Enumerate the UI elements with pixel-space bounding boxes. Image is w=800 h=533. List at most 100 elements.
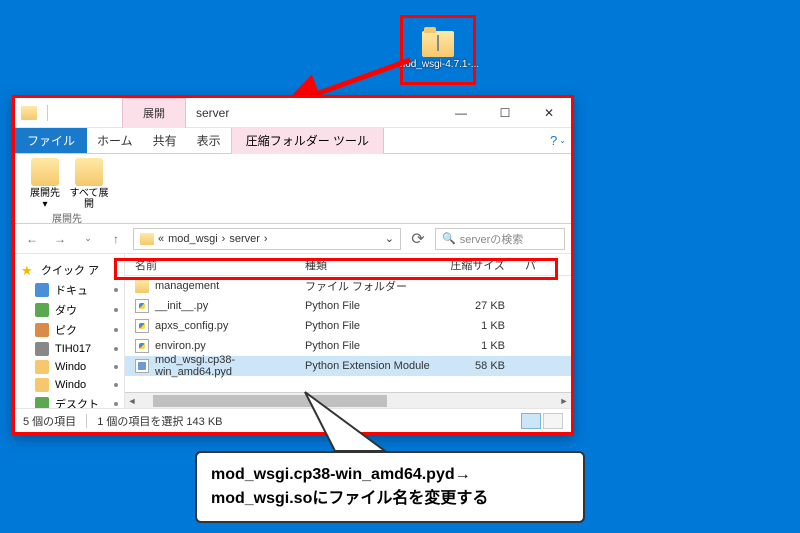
extract-to-button[interactable]: 展開先▾ bbox=[25, 158, 65, 210]
folder-icon bbox=[35, 397, 49, 408]
callout: mod_wsgi.cp38-win_amd64.pyd→ mod_wsgi.so… bbox=[195, 451, 585, 523]
sidebar-item-label: Windo bbox=[55, 379, 86, 391]
titlebar: 展開 server — ☐ ✕ bbox=[15, 98, 571, 128]
search-placeholder: serverの検索 bbox=[460, 231, 524, 247]
file-name: management bbox=[155, 280, 219, 292]
scroll-left-arrow[interactable]: ◄ bbox=[125, 396, 139, 406]
folder-icon bbox=[35, 283, 49, 297]
pin-icon bbox=[114, 365, 118, 369]
file-size: 27 KB bbox=[435, 300, 515, 312]
file-name: __init__.py bbox=[155, 300, 208, 312]
py-icon bbox=[135, 299, 149, 313]
extract-to-label: 展開先 bbox=[30, 188, 60, 199]
file-row[interactable]: management ファイル フォルダー bbox=[125, 276, 571, 296]
sidebar-item-label: デスクト bbox=[55, 396, 99, 408]
extract-all-button[interactable]: すべて展開 bbox=[69, 158, 109, 210]
nav-up-button[interactable]: ↑ bbox=[105, 228, 127, 250]
minimize-button[interactable]: — bbox=[439, 98, 483, 128]
pin-icon bbox=[114, 308, 118, 312]
file-name: apxs_config.py bbox=[155, 320, 228, 332]
column-size[interactable]: 圧縮サイズ bbox=[435, 257, 515, 273]
folder-icon bbox=[140, 233, 154, 245]
breadcrumb-seg-server[interactable]: server bbox=[229, 233, 260, 245]
pin-icon bbox=[114, 347, 118, 351]
breadcrumb-separator: › bbox=[222, 233, 226, 245]
column-type[interactable]: 種類 bbox=[295, 257, 435, 273]
star-icon: ★ bbox=[21, 263, 35, 277]
close-button[interactable]: ✕ bbox=[527, 98, 571, 128]
status-selection: 1 個の項目を選択 143 KB bbox=[97, 413, 222, 429]
nav-back-button[interactable]: ← bbox=[21, 228, 43, 250]
column-name[interactable]: 名前 bbox=[125, 257, 295, 273]
view-switcher bbox=[521, 413, 563, 429]
sidebar-item[interactable]: Windo bbox=[15, 358, 124, 376]
breadcrumb-separator: › bbox=[264, 233, 268, 245]
folder-icon bbox=[35, 360, 49, 374]
tab-view[interactable]: 表示 bbox=[187, 128, 231, 153]
help-button[interactable]: ? ⌄ bbox=[545, 128, 571, 153]
file-row[interactable]: mod_wsgi.cp38-win_amd64.pyd Python Exten… bbox=[125, 356, 571, 376]
extract-to-icon bbox=[31, 158, 59, 186]
column-extra[interactable]: パ bbox=[515, 257, 571, 273]
sidebar-item-label: Windo bbox=[55, 361, 86, 373]
pin-icon bbox=[114, 383, 118, 387]
window-icon bbox=[21, 106, 37, 120]
sidebar-quick-access[interactable]: ★ クイック ア bbox=[15, 260, 124, 280]
file-size: 1 KB bbox=[435, 320, 515, 332]
file-row[interactable]: environ.py Python File 1 KB bbox=[125, 336, 571, 356]
file-row[interactable]: __init__.py Python File 27 KB bbox=[125, 296, 571, 316]
file-list: 名前 種類 圧縮サイズ パ management ファイル フォルダー __in… bbox=[125, 254, 571, 408]
sidebar-item[interactable]: ダウ bbox=[15, 300, 124, 320]
file-name: mod_wsgi.cp38-win_amd64.pyd bbox=[155, 354, 295, 378]
sidebar-item-label: ドキュ bbox=[55, 282, 88, 298]
file-rows: management ファイル フォルダー __init__.py Python… bbox=[125, 276, 571, 392]
folder-icon bbox=[35, 323, 49, 337]
file-size: 58 KB bbox=[435, 360, 515, 372]
content-area: ★ クイック ア ドキュダウピク TIH017 Windo Windo デスクト 名前 … bbox=[15, 254, 571, 408]
folder-icon bbox=[35, 303, 49, 317]
sidebar-item[interactable]: ピク bbox=[15, 320, 124, 340]
tab-compressed-tools[interactable]: 圧縮フォルダー ツール bbox=[231, 128, 384, 154]
sidebar-item-label: TIH017 bbox=[55, 343, 91, 355]
pyd-icon bbox=[135, 359, 149, 373]
icons-view-button[interactable] bbox=[543, 413, 563, 429]
nav-forward-button[interactable]: → bbox=[49, 228, 71, 250]
address-dropdown-button[interactable]: ⌄ bbox=[385, 232, 394, 245]
chevron-down-icon[interactable]: ⌄ bbox=[77, 228, 99, 250]
file-type: Python File bbox=[295, 300, 435, 312]
folder-icon bbox=[135, 279, 149, 293]
breadcrumb-seg-mod-wsgi[interactable]: mod_wsgi bbox=[168, 233, 218, 245]
address-bar-row: ← → ⌄ ↑ « mod_wsgi › server › ⌄ ⟳ 🔍 serv… bbox=[15, 224, 571, 254]
sidebar-item[interactable]: ドキュ bbox=[15, 280, 124, 300]
nav-pane: ★ クイック ア ドキュダウピク TIH017 Windo Windo デスクト bbox=[15, 254, 125, 408]
address-bar[interactable]: « mod_wsgi › server › ⌄ bbox=[133, 228, 401, 250]
titlebar-left bbox=[15, 105, 54, 121]
folder-icon bbox=[35, 378, 49, 392]
file-type: Python File bbox=[295, 320, 435, 332]
scroll-right-arrow[interactable]: ► bbox=[557, 396, 571, 406]
refresh-button[interactable]: ⟳ bbox=[407, 229, 429, 249]
file-name: environ.py bbox=[155, 340, 206, 352]
ribbon-group-extract: 展開先▾ すべて展開 展開先 bbox=[21, 158, 113, 223]
tab-share[interactable]: 共有 bbox=[143, 128, 187, 153]
tab-file[interactable]: ファイル bbox=[15, 128, 87, 153]
search-input[interactable]: 🔍 serverの検索 bbox=[435, 228, 565, 250]
zip-folder-icon bbox=[422, 31, 454, 57]
extract-all-label: すべて展開 bbox=[69, 188, 109, 210]
callout-pointer bbox=[295, 387, 435, 457]
maximize-button[interactable]: ☐ bbox=[483, 98, 527, 128]
callout-line-1: mod_wsgi.cp38-win_amd64.pyd→ bbox=[211, 463, 569, 487]
file-row[interactable]: apxs_config.py Python File 1 KB bbox=[125, 316, 571, 336]
py-icon bbox=[135, 339, 149, 353]
sidebar-item[interactable]: Windo bbox=[15, 376, 124, 394]
window-controls: — ☐ ✕ bbox=[439, 98, 571, 128]
sidebar-item[interactable]: TIH017 bbox=[15, 340, 124, 358]
status-item-count: 5 個の項目 bbox=[23, 413, 76, 429]
file-type: ファイル フォルダー bbox=[295, 278, 435, 294]
breadcrumb-prefix: « bbox=[158, 233, 164, 245]
callout-box: mod_wsgi.cp38-win_amd64.pyd→ mod_wsgi.so… bbox=[195, 451, 585, 523]
tab-home[interactable]: ホーム bbox=[87, 128, 143, 153]
details-view-button[interactable] bbox=[521, 413, 541, 429]
sidebar-item[interactable]: デスクト bbox=[15, 394, 124, 408]
file-type: Python File bbox=[295, 340, 435, 352]
